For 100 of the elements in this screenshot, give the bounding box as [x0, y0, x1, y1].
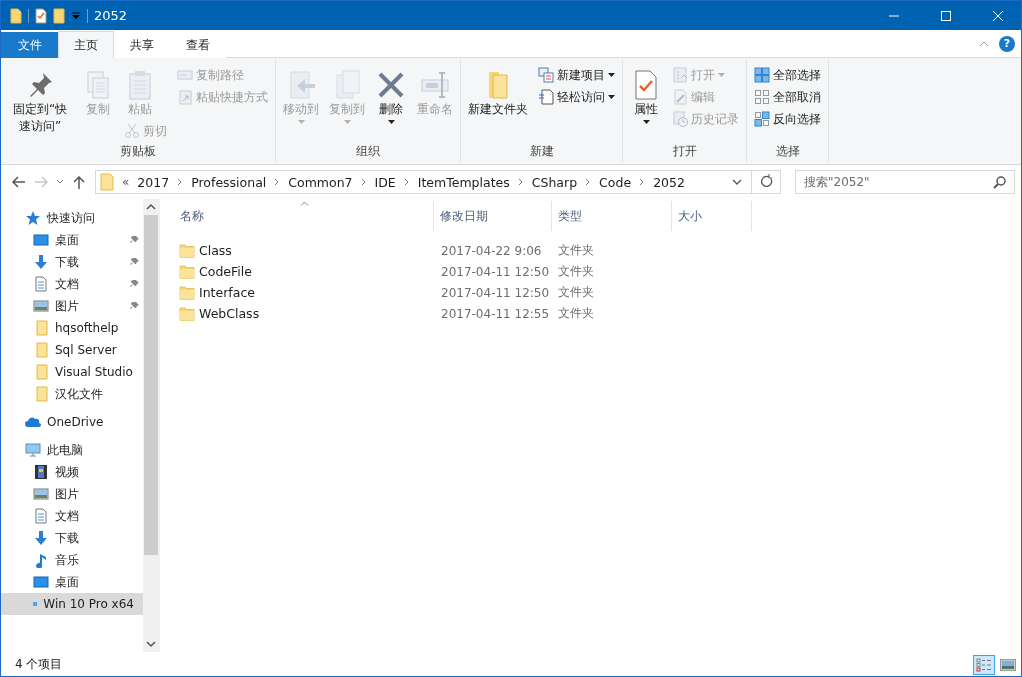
folder-icon: [100, 173, 114, 191]
checked-page-icon[interactable]: [35, 7, 47, 24]
picture-frame-icon: [33, 486, 49, 502]
monitor-icon: [25, 442, 41, 458]
chevron-right-icon[interactable]: [403, 178, 410, 186]
chevron-right-icon[interactable]: [177, 178, 184, 186]
nav-item[interactable]: 快速访问: [1, 207, 143, 229]
monitor-icon: [33, 574, 49, 590]
document-icon: [33, 276, 49, 292]
file-name[interactable]: WebClass: [199, 306, 260, 321]
nav-item[interactable]: 下载: [1, 527, 143, 549]
pages-icon: [538, 67, 554, 83]
ribbon-button[interactable]: 新建项目: [534, 64, 619, 86]
nav-item[interactable]: Visual Studio: [1, 361, 143, 383]
ribbon-button[interactable]: 全部选择: [750, 64, 825, 86]
breadcrumb[interactable]: 2017: [137, 174, 170, 190]
ribbon-button[interactable]: 删除: [371, 64, 411, 126]
chevron-right-icon[interactable]: [360, 178, 367, 186]
help-icon[interactable]: ?: [999, 35, 1015, 52]
overflow-mark[interactable]: «: [122, 175, 130, 189]
nav-item[interactable]: 文档: [1, 505, 143, 527]
grid-icon: [754, 67, 770, 83]
ribbon-button[interactable]: 轻松访问: [534, 86, 619, 108]
type-cell-text: 文件夹: [557, 263, 595, 280]
page-icon: [672, 67, 688, 83]
star-icon: [25, 210, 41, 226]
file-name[interactable]: Interface: [199, 285, 255, 300]
breadcrumb[interactable]: Code: [599, 174, 632, 190]
shortcut-icon: [177, 89, 193, 105]
address-bar[interactable]: « 2017 Professional Common7 IDE ItemTemplates CSharp Code 2052: [95, 170, 781, 194]
date-cell-text: 2017-04-22 9:06: [440, 243, 543, 258]
page-icon: [672, 89, 688, 105]
details-view-button[interactable]: [973, 654, 995, 675]
nav-item[interactable]: hqsofthelp: [1, 317, 143, 339]
group-label: 组织: [355, 143, 381, 160]
document-icon: [33, 508, 49, 524]
file-name[interactable]: Class: [199, 243, 232, 258]
nav-item[interactable]: 图片: [1, 483, 143, 505]
search-field[interactable]: 搜索"2052": [795, 170, 1015, 194]
column-header[interactable]: 修改日期: [434, 201, 552, 231]
column-header[interactable]: 类型: [552, 201, 672, 231]
search-icon: [993, 175, 1007, 189]
film-strip-icon: [33, 464, 49, 480]
ribbon-button[interactable]: 反向选择: [750, 108, 825, 130]
column-header[interactable]: 名称: [174, 201, 434, 231]
folder-icon[interactable]: [10, 7, 22, 24]
item-count: 4 个项目: [15, 656, 63, 673]
nav-item[interactable]: 此电脑: [1, 439, 143, 461]
date-cell-text: 2017-04-11 12:50: [440, 264, 551, 279]
ribbon-button[interactable]: 固定到“快速访问”: [4, 64, 76, 137]
music-note-icon: [33, 552, 49, 568]
column-header[interactable]: 大小: [672, 201, 752, 231]
chevron-right-icon[interactable]: [585, 178, 592, 186]
breadcrumb[interactable]: ItemTemplates: [417, 174, 510, 190]
folder-icon[interactable]: [53, 7, 65, 24]
ribbon-tab[interactable]: 主页: [58, 31, 114, 58]
nav-item[interactable]: Sql Server: [1, 339, 143, 361]
file-name[interactable]: CodeFile: [199, 264, 252, 279]
collapse-ribbon-icon[interactable]: [979, 40, 989, 47]
ribbon-button[interactable]: 全部取消: [750, 86, 825, 108]
scissors-icon: [124, 123, 140, 139]
breadcrumb[interactable]: 2052: [653, 174, 685, 190]
chevron-right-icon[interactable]: [274, 178, 281, 186]
nav-item[interactable]: 图片: [1, 295, 143, 317]
nav-item[interactable]: Win 10 Pro x64: [1, 593, 143, 615]
folder-icon: [33, 320, 49, 336]
nav-item[interactable]: OneDrive: [1, 411, 143, 433]
ribbon-button[interactable]: 属性: [626, 64, 666, 126]
chevron-right-icon[interactable]: [517, 178, 524, 186]
type-cell-text: 文件夹: [557, 242, 595, 259]
nav-item[interactable]: 汉化文件: [1, 383, 143, 405]
group-label: 选择: [774, 143, 801, 160]
nav-item[interactable]: 文档: [1, 273, 143, 295]
type-cell-text: 文件夹: [557, 284, 595, 301]
breadcrumb[interactable]: IDE: [374, 174, 396, 190]
ribbon-tab[interactable]: 文件: [1, 32, 58, 58]
folder-icon: [179, 305, 195, 322]
nav-item[interactable]: 下载: [1, 251, 143, 273]
nav-item[interactable]: 音乐: [1, 549, 143, 571]
picture-frame-icon: [33, 298, 49, 314]
date-cell-text: 2017-04-11 12:50: [440, 285, 551, 300]
folder-icon: [33, 364, 49, 380]
ribbon-button[interactable]: 新建文件夹: [464, 64, 532, 120]
nav-item[interactable]: 桌面: [1, 229, 143, 251]
scrollbar-thumb[interactable]: [144, 215, 158, 555]
rename-icon: [419, 69, 451, 101]
breadcrumb[interactable]: CSharp: [531, 174, 578, 190]
breadcrumb[interactable]: Common7: [288, 174, 353, 190]
down-arrow-icon: [33, 530, 49, 546]
chevron-right-icon[interactable]: [639, 178, 646, 186]
window-title: 2052: [94, 8, 128, 23]
up-arrow-icon[interactable]: [71, 174, 87, 190]
back-arrow-icon[interactable]: [11, 174, 27, 190]
page-icon: [538, 89, 554, 105]
nav-item[interactable]: 桌面: [1, 571, 143, 593]
folder-icon: [179, 263, 195, 280]
dropdown-icon[interactable]: [71, 10, 81, 21]
nav-item[interactable]: 视频: [1, 461, 143, 483]
group-label: 打开: [671, 143, 698, 160]
breadcrumb[interactable]: Professional: [191, 174, 267, 190]
